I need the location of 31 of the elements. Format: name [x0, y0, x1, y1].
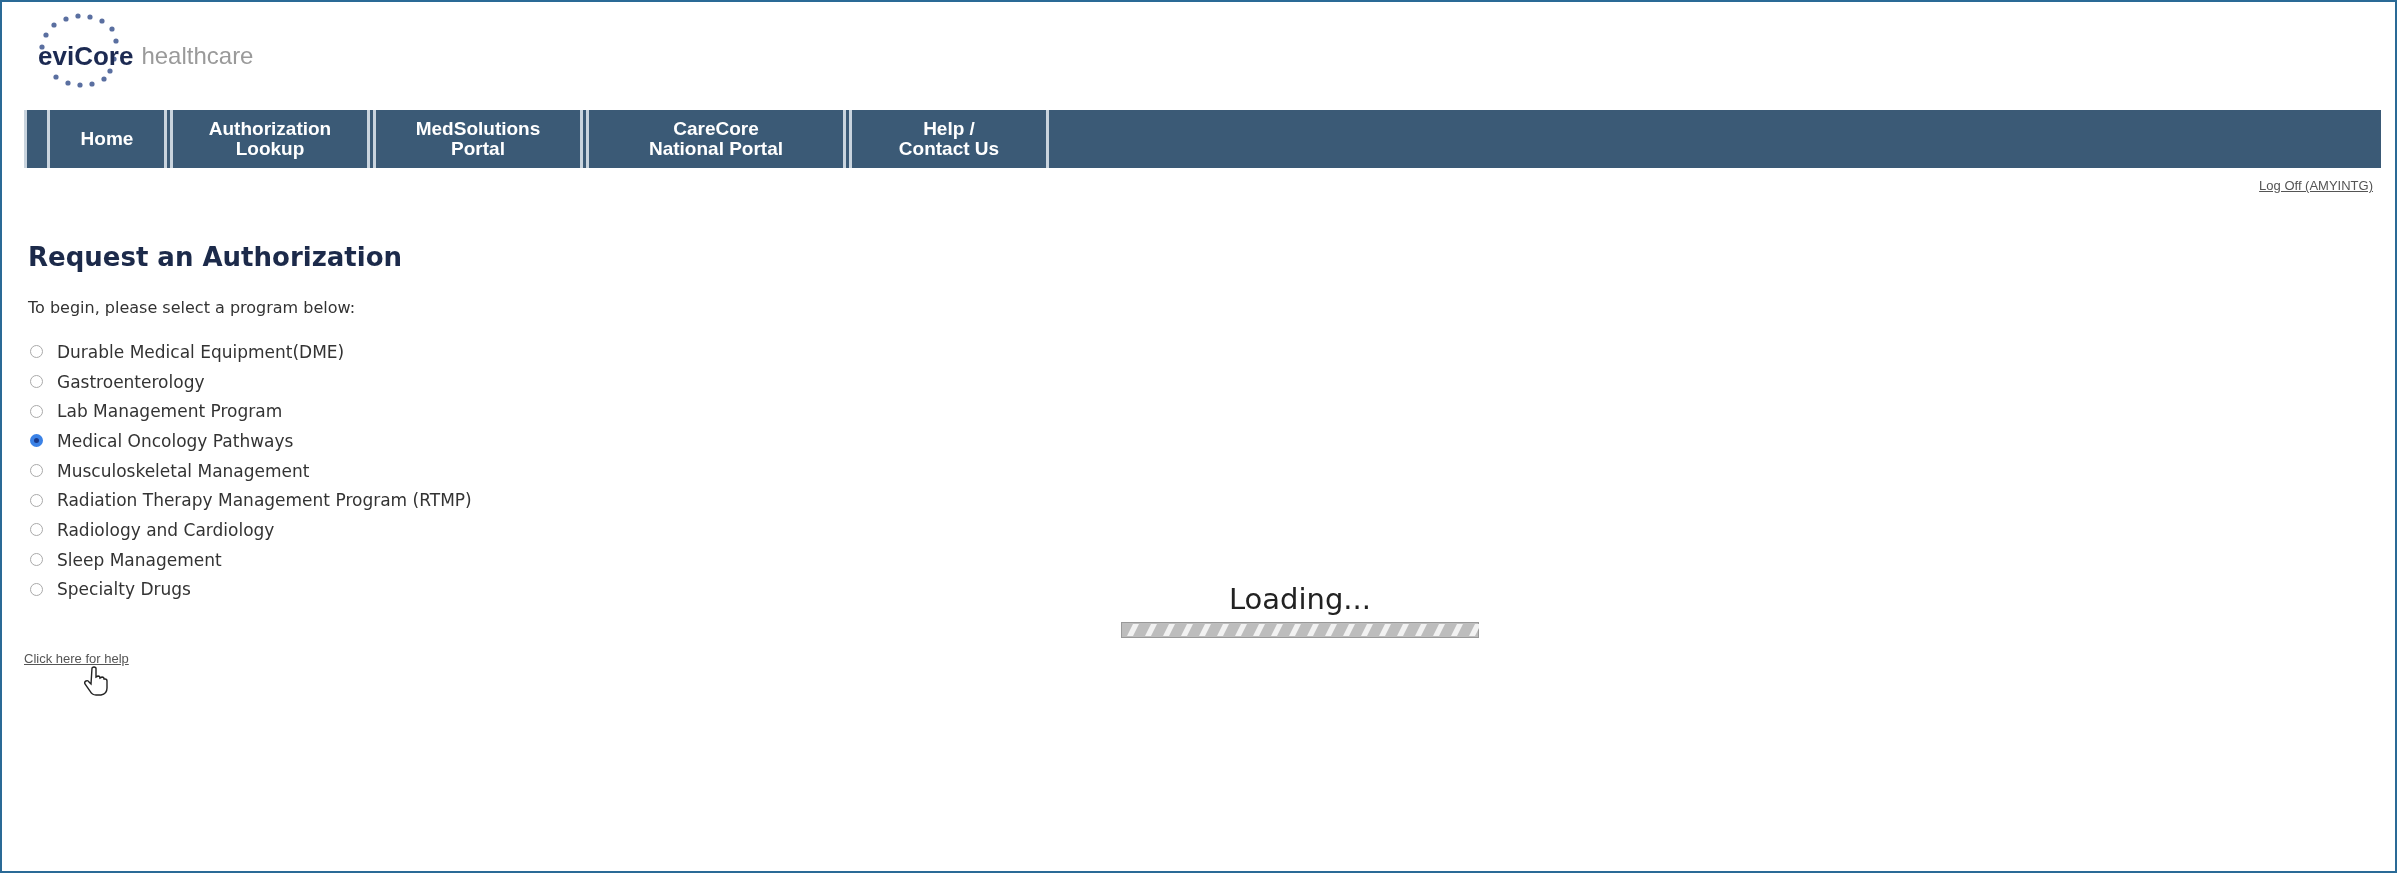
nav-tab[interactable]: MedSolutions Portal — [373, 110, 583, 168]
loading-text: Loading... — [1228, 582, 1372, 616]
program-label: Gastroenterology — [57, 371, 205, 392]
radio-button[interactable] — [30, 493, 43, 507]
nav-tab[interactable]: Authorization Lookup — [170, 110, 370, 168]
page-title: Request an Authorization — [28, 242, 404, 272]
program-label: Medical Oncology Pathways — [57, 430, 294, 451]
program-label: Sleep Management — [57, 549, 222, 570]
radio-button[interactable] — [30, 404, 43, 418]
logo-brand: eviCore — [38, 40, 134, 72]
radio-button[interactable] — [30, 553, 43, 567]
program-label: Radiology and Cardiology — [57, 519, 275, 540]
radio-button[interactable] — [30, 434, 43, 448]
program-label: Lab Management Program — [57, 401, 283, 422]
help-link[interactable]: Click here for help — [24, 651, 129, 667]
radio-button[interactable] — [30, 375, 43, 389]
program-label: Musculoskeletal Management — [57, 460, 310, 481]
radio-button[interactable] — [30, 523, 43, 537]
radio-button[interactable] — [30, 582, 43, 596]
hand-cursor-icon — [84, 666, 108, 697]
logoff-link[interactable]: Log Off (AMYINTG) — [2259, 178, 2373, 202]
radio-button[interactable] — [30, 464, 43, 478]
program-label: Durable Medical Equipment(DME) — [57, 341, 345, 362]
nav-tab[interactable]: CareCore National Portal — [586, 110, 846, 168]
program-label: Radiation Therapy Management Program (RTMP) — [57, 490, 472, 511]
radio-button[interactable] — [30, 345, 43, 359]
nav-tab[interactable]: Help / Contact Us — [849, 110, 1049, 168]
program-label: Specialty Drugs — [57, 579, 191, 600]
logo-suffix: healthcare — [141, 42, 254, 70]
nav-tab[interactable]: Home — [47, 110, 167, 168]
intro-text: To begin, please select a program below: — [28, 298, 357, 317]
